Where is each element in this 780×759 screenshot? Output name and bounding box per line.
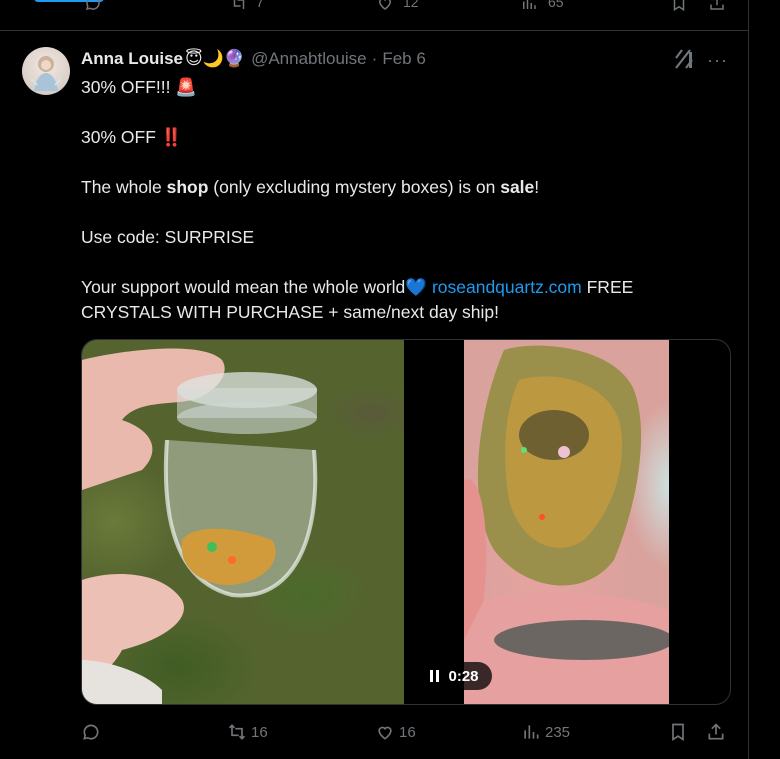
reply-icon [83, 724, 99, 740]
retweet-icon [228, 724, 246, 740]
share-button[interactable] [706, 716, 726, 748]
line5-pre: Your support would mean the whole world💙 [81, 277, 432, 297]
line3-pre: The whole [81, 177, 167, 197]
reply-icon[interactable] [84, 0, 102, 12]
like-button[interactable]: 16 [375, 716, 416, 748]
pause-icon[interactable] [430, 670, 440, 682]
previous-tweet: 7 12 65 [0, 0, 748, 31]
previous-retweet-count: 7 [256, 0, 264, 10]
avatar-illustration [30, 56, 62, 91]
views-icon[interactable] [520, 0, 538, 12]
bookmark-icon[interactable] [670, 0, 688, 12]
tweet-header: Anna Louise 😇🌙🔮 @Annabtlouise · Feb 6 [81, 48, 426, 70]
timeline-column: 7 12 65 Anna Louise 😇🌙🔮 @Annabtlouise · … [0, 0, 749, 759]
line3-bold-sale: sale [500, 177, 535, 197]
tweet-actions: 16 16 235 [81, 716, 729, 748]
retweet-icon[interactable] [230, 0, 248, 12]
author-name[interactable]: Anna Louise [81, 49, 183, 69]
tweet-line-4: Use code: SURPRISE [81, 227, 255, 247]
tweet-media[interactable]: 0:28 [81, 339, 731, 705]
tweet-line-2: 30% OFF ‼️ [81, 127, 183, 147]
retweet-count: 16 [251, 723, 268, 741]
tweet-date[interactable]: Feb 6 [382, 49, 425, 69]
avatar[interactable] [22, 47, 70, 95]
video-time: 0:28 [448, 667, 479, 685]
share-icon [708, 723, 724, 740]
author-handle[interactable]: @Annabtlouise [251, 49, 367, 69]
view-count: 235 [545, 723, 571, 741]
tweet-line-3: The whole shop (only excluding mystery b… [81, 175, 721, 200]
views-button[interactable]: 235 [521, 716, 570, 748]
like-icon[interactable] [376, 0, 394, 12]
more-icon[interactable]: ··· [707, 50, 728, 71]
jar-photo-illustration [82, 348, 318, 704]
line3-mid: (only excluding mystery boxes) is on [208, 177, 501, 197]
previous-like-count: 12 [403, 0, 419, 10]
like-count: 16 [399, 723, 416, 741]
retweet-button[interactable]: 16 [227, 716, 268, 748]
previous-view-count: 65 [548, 0, 564, 10]
bookmark-button[interactable] [668, 716, 688, 748]
like-icon [378, 726, 392, 740]
website-link[interactable]: roseandquartz.com [432, 277, 582, 297]
tweet-text: 30% OFF!!! 🚨 30% OFF ‼️ The whole shop (… [81, 75, 721, 325]
author-emojis: 😇🌙🔮 [185, 49, 246, 68]
media-image-jar[interactable] [82, 340, 404, 704]
share-icon[interactable] [708, 0, 726, 12]
grok-icon[interactable] [672, 48, 696, 70]
line3-bold-shop: shop [166, 177, 209, 197]
bookmark-icon [672, 723, 684, 742]
reply-button[interactable] [81, 716, 105, 748]
tweet-line-5: Your support would mean the whole world💙… [81, 275, 721, 325]
media-video-opal[interactable] [464, 340, 674, 704]
separator-dot: · [371, 49, 378, 68]
tweet-line-1: 30% OFF!!! 🚨 [81, 77, 198, 97]
line3-post: ! [534, 177, 540, 197]
opal-video-illustration [464, 345, 674, 704]
views-icon [524, 725, 539, 739]
video-controls[interactable]: 0:28 [417, 662, 492, 690]
